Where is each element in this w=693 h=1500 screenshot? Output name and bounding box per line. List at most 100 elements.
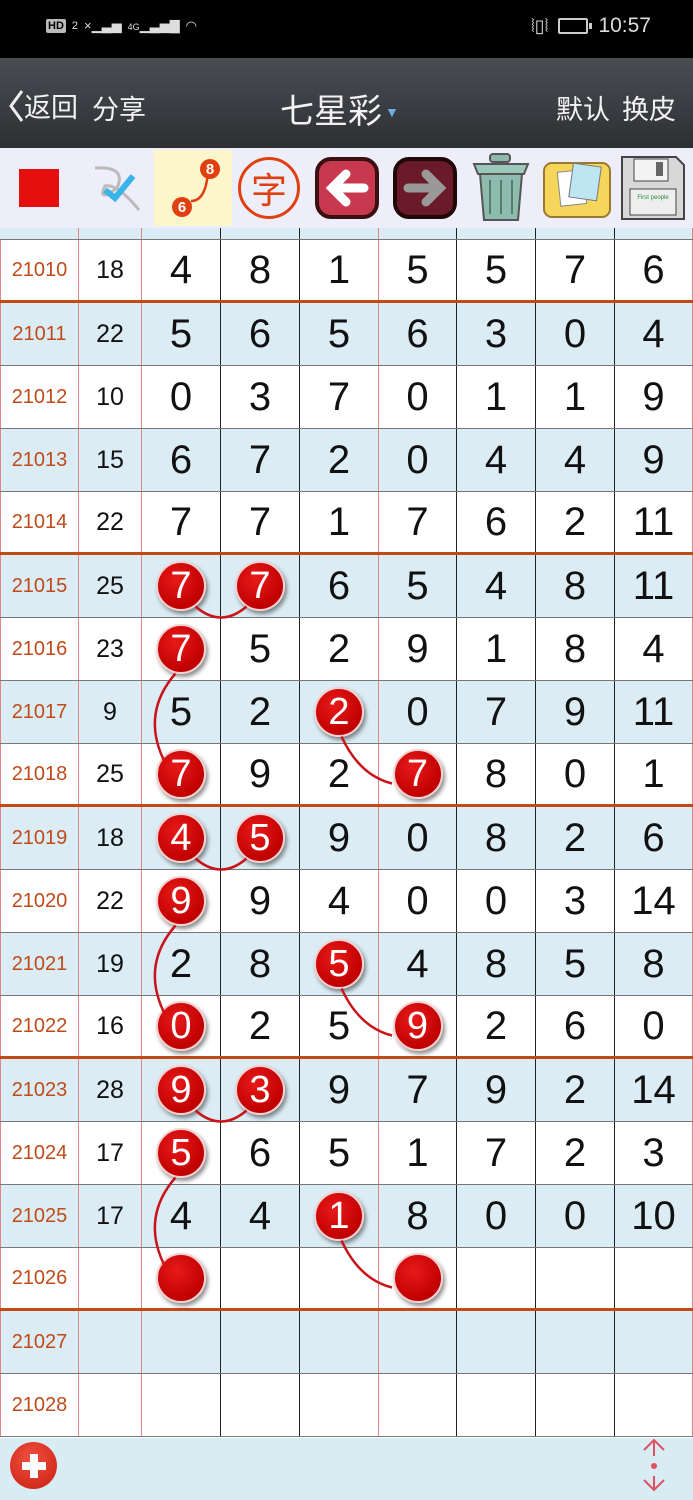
- number-cell[interactable]: 5: [379, 240, 457, 300]
- number-cell[interactable]: [300, 1248, 379, 1308]
- number-cell[interactable]: 2: [536, 1122, 615, 1184]
- number-cell[interactable]: 0: [142, 366, 221, 428]
- number-cell[interactable]: 8: [457, 807, 536, 869]
- number-cell[interactable]: [379, 1311, 457, 1373]
- marked-ball[interactable]: 7: [156, 561, 206, 611]
- sum-value[interactable]: 19: [79, 933, 142, 995]
- number-cell[interactable]: 6: [300, 555, 379, 617]
- sum-value[interactable]: 23: [79, 618, 142, 680]
- issue-number[interactable]: 21017: [0, 681, 79, 743]
- number-cell[interactable]: 1: [457, 366, 536, 428]
- number-cell[interactable]: 1: [615, 744, 693, 804]
- number-cell[interactable]: 0: [379, 681, 457, 743]
- number-cell[interactable]: 1: [457, 618, 536, 680]
- issue-number[interactable]: 21026: [0, 1248, 79, 1308]
- issue-number[interactable]: 21016: [0, 618, 79, 680]
- marked-ball[interactable]: 3: [235, 1065, 285, 1115]
- issue-number[interactable]: 21019: [0, 807, 79, 869]
- add-button[interactable]: [10, 1442, 57, 1489]
- marked-ball[interactable]: 9: [156, 1065, 206, 1115]
- number-cell[interactable]: 8: [457, 933, 536, 995]
- number-cell[interactable]: 2: [536, 807, 615, 869]
- sum-value[interactable]: 22: [79, 303, 142, 365]
- number-cell[interactable]: 4: [457, 429, 536, 491]
- sum-value[interactable]: 17: [79, 1122, 142, 1184]
- number-cell[interactable]: 0: [457, 870, 536, 932]
- number-cell[interactable]: 4: [615, 303, 693, 365]
- number-cell[interactable]: 8: [221, 933, 300, 995]
- issue-number[interactable]: 21018: [0, 744, 79, 804]
- number-cell[interactable]: 5: [221, 807, 300, 869]
- issue-number[interactable]: 21022: [0, 996, 79, 1056]
- number-cell[interactable]: 5: [142, 681, 221, 743]
- number-cell[interactable]: [615, 1311, 693, 1373]
- number-cell[interactable]: 4: [142, 240, 221, 300]
- number-cell[interactable]: 6: [221, 303, 300, 365]
- issue-number[interactable]: 21010: [0, 240, 79, 300]
- number-cell[interactable]: 5: [379, 555, 457, 617]
- number-cell[interactable]: 9: [615, 429, 693, 491]
- number-cell[interactable]: 6: [142, 429, 221, 491]
- number-cell[interactable]: [615, 1248, 693, 1308]
- number-cell[interactable]: 7: [142, 744, 221, 804]
- number-cell[interactable]: 0: [536, 303, 615, 365]
- number-cell[interactable]: 9: [457, 1059, 536, 1121]
- issue-number[interactable]: 21011: [0, 303, 79, 365]
- number-cell[interactable]: [536, 1248, 615, 1308]
- number-cell[interactable]: 1: [379, 1122, 457, 1184]
- number-cell[interactable]: 7: [221, 429, 300, 491]
- number-cell[interactable]: 5: [536, 933, 615, 995]
- back-button[interactable]: 返回: [8, 86, 78, 125]
- marked-ball[interactable]: 5: [156, 1128, 206, 1178]
- number-cell[interactable]: 4: [536, 429, 615, 491]
- number-cell[interactable]: 10: [615, 1185, 693, 1247]
- number-cell[interactable]: 8: [615, 933, 693, 995]
- number-cell[interactable]: 7: [379, 492, 457, 552]
- issue-number[interactable]: 21025: [0, 1185, 79, 1247]
- number-cell[interactable]: 4: [300, 870, 379, 932]
- number-cell[interactable]: 6: [457, 492, 536, 552]
- number-cell[interactable]: 4: [221, 1185, 300, 1247]
- connect-line-button[interactable]: 86: [154, 150, 232, 226]
- sum-value[interactable]: [79, 1311, 142, 1373]
- number-cell[interactable]: 0: [379, 366, 457, 428]
- number-cell[interactable]: [221, 1248, 300, 1308]
- issue-number[interactable]: 21012: [0, 366, 79, 428]
- sum-value[interactable]: 18: [79, 807, 142, 869]
- scroll-up-down-button[interactable]: [636, 1438, 672, 1494]
- number-cell[interactable]: [142, 1374, 221, 1436]
- lottery-type-dropdown[interactable]: 七星彩 ▼: [280, 84, 399, 133]
- number-cell[interactable]: [300, 1374, 379, 1436]
- marked-ball[interactable]: 9: [156, 876, 206, 926]
- number-cell[interactable]: 7: [300, 366, 379, 428]
- number-cell[interactable]: [379, 1248, 457, 1308]
- default-button[interactable]: 默认: [556, 88, 610, 127]
- number-cell[interactable]: [457, 1374, 536, 1436]
- number-cell[interactable]: 2: [300, 681, 379, 743]
- number-cell[interactable]: 11: [615, 492, 693, 552]
- marked-ball[interactable]: 7: [156, 624, 206, 674]
- number-cell[interactable]: 11: [615, 555, 693, 617]
- number-cell[interactable]: 2: [142, 933, 221, 995]
- number-cell[interactable]: 6: [615, 240, 693, 300]
- number-cell[interactable]: 1: [300, 1185, 379, 1247]
- number-cell[interactable]: 7: [379, 1059, 457, 1121]
- redo-button[interactable]: [386, 150, 464, 226]
- number-cell[interactable]: 4: [142, 1185, 221, 1247]
- sum-value[interactable]: 25: [79, 744, 142, 804]
- share-button[interactable]: 分享: [92, 88, 146, 127]
- number-cell[interactable]: 5: [300, 303, 379, 365]
- number-cell[interactable]: 9: [221, 870, 300, 932]
- sum-value[interactable]: 28: [79, 1059, 142, 1121]
- number-cell[interactable]: 4: [379, 933, 457, 995]
- number-cell[interactable]: 7: [142, 618, 221, 680]
- issue-number[interactable]: 21021: [0, 933, 79, 995]
- number-cell[interactable]: 1: [300, 492, 379, 552]
- number-cell[interactable]: 0: [615, 996, 693, 1056]
- marked-ball[interactable]: 1: [314, 1191, 364, 1241]
- sum-value[interactable]: 17: [79, 1185, 142, 1247]
- number-cell[interactable]: 8: [536, 555, 615, 617]
- issue-number[interactable]: 21014: [0, 492, 79, 552]
- number-cell[interactable]: 11: [615, 681, 693, 743]
- issue-number[interactable]: 21027: [0, 1311, 79, 1373]
